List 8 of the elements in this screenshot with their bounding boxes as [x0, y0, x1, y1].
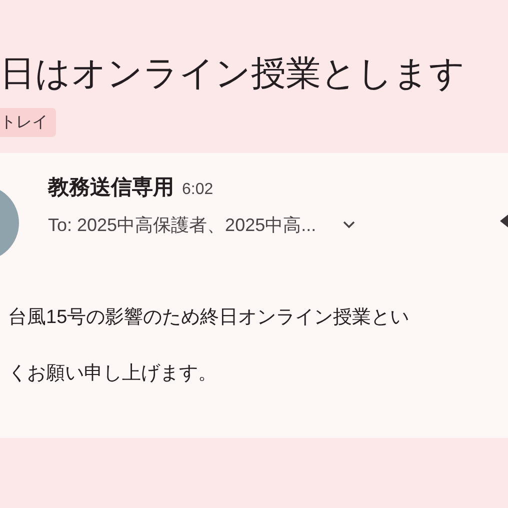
recipients-text: To: 2025中高保護者、2025中高...	[48, 214, 316, 237]
sender-name[interactable]: 教務送信専用	[48, 173, 174, 201]
body-text: 台風15号の影響のため終日オンライン授業とい	[8, 306, 410, 330]
email-subject: 日はオンライン授業とします	[0, 53, 466, 95]
chevron-down-icon[interactable]	[342, 220, 356, 230]
message-time: 6:02	[182, 181, 214, 199]
label-chip[interactable]: トレイ	[0, 108, 56, 137]
body-text: くお願い申し上げます。	[8, 362, 218, 386]
